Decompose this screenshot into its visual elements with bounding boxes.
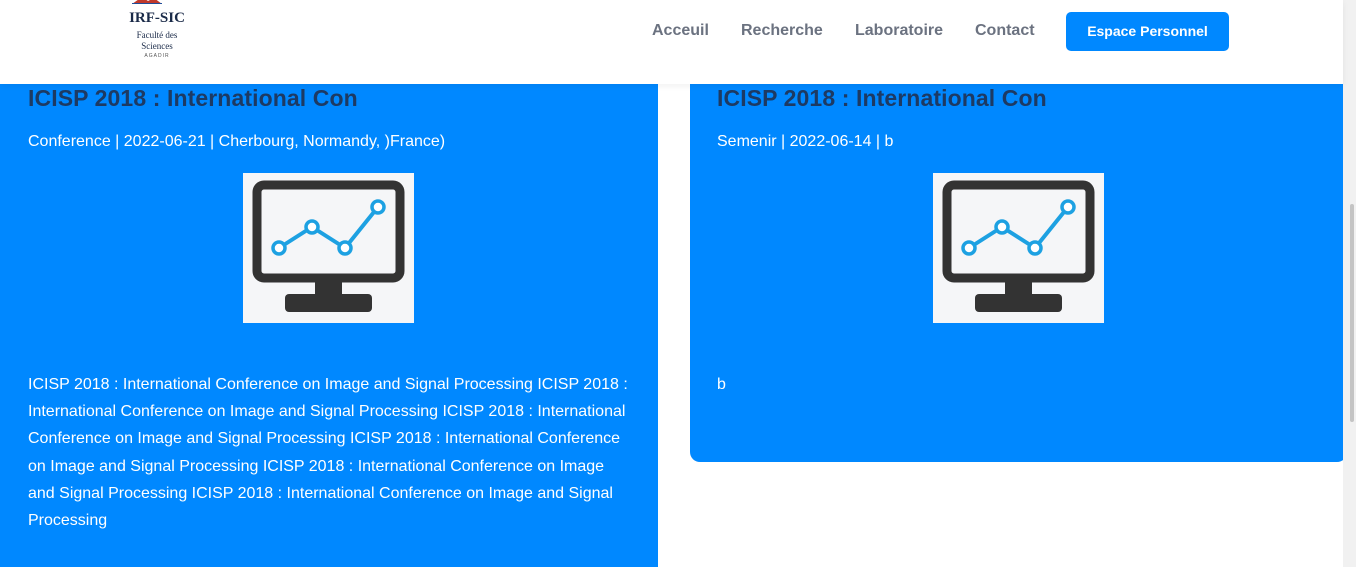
event-card-1[interactable]: ICISP 2018 : International Con Conferenc…: [0, 60, 658, 567]
logo-title: IRF-SIC: [129, 10, 185, 26]
scrollbar-thumb[interactable]: [1350, 204, 1354, 422]
site-logo[interactable]: IRF-SIC Faculté des Sciences AGADIR: [120, 0, 200, 70]
event-thumbnail[interactable]: [243, 173, 414, 323]
nav-contact[interactable]: Contact: [975, 22, 1035, 40]
event-meta: Semenir | 2022-06-14 | b: [717, 133, 894, 150]
site-header: IRF-SIC Faculté des Sciences AGADIR Acce…: [0, 0, 1343, 84]
logo-small-text: AGADIR: [144, 53, 170, 59]
event-meta: Conference | 2022-06-21 | Cherbourg, Nor…: [28, 133, 446, 150]
nav-recherche[interactable]: Recherche: [741, 22, 823, 40]
event-title[interactable]: ICISP 2018 : International Con: [28, 85, 358, 112]
event-description: b: [717, 376, 726, 393]
logo-mark-icon: [132, 0, 162, 4]
nav-laboratoire[interactable]: Laboratoire: [855, 22, 943, 40]
nav-acceuil[interactable]: Acceuil: [652, 22, 709, 40]
monitor-chart-icon: [942, 180, 1095, 312]
event-description: ICISP 2018 : International Conference on…: [28, 376, 628, 530]
logo-subtitle-line2: Sciences: [141, 41, 173, 51]
monitor-chart-icon: [252, 180, 405, 312]
logo-subtitle: Faculté des Sciences: [120, 30, 194, 52]
event-thumbnail[interactable]: [933, 173, 1104, 323]
espace-personnel-button[interactable]: Espace Personnel: [1066, 12, 1229, 51]
event-card-2[interactable]: ICISP 2018 : International Con Semenir |…: [690, 60, 1347, 462]
page-scrollbar[interactable]: [1343, 0, 1356, 567]
event-title[interactable]: ICISP 2018 : International Con: [717, 85, 1047, 112]
logo-subtitle-line1: Faculté des: [136, 30, 178, 40]
